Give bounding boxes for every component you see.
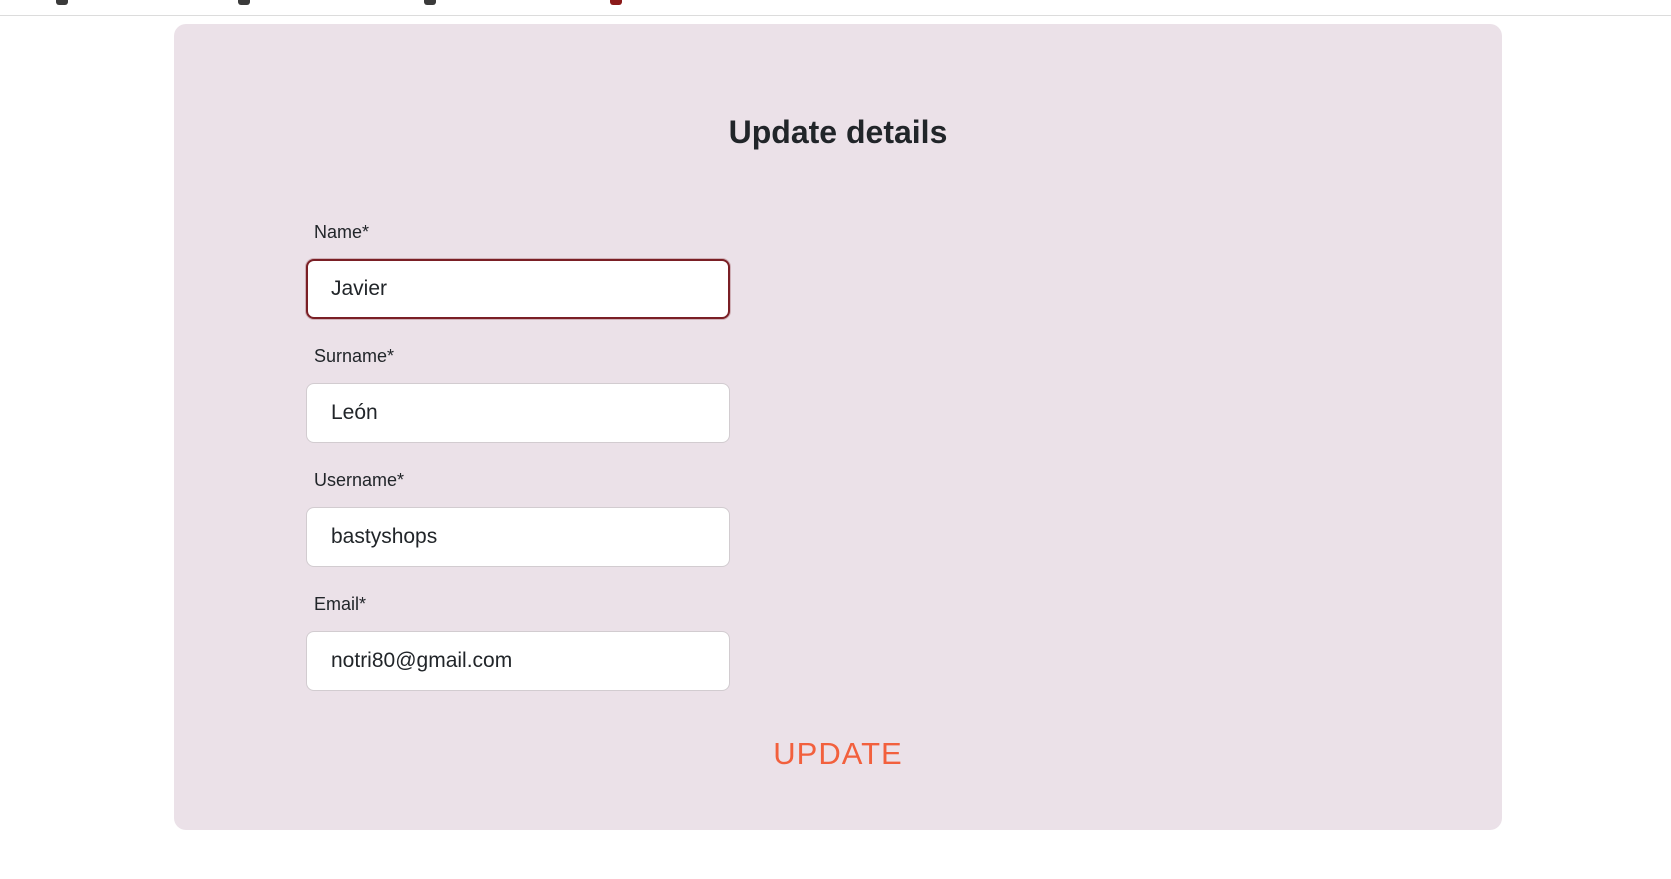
email-label: Email* bbox=[314, 594, 367, 614]
username-field[interactable] bbox=[306, 507, 730, 567]
browser-toolbar-strip bbox=[0, 0, 1671, 16]
update-button[interactable]: UPDATE bbox=[174, 730, 1502, 778]
toolbar-icon bbox=[424, 0, 436, 5]
name-label: Name* bbox=[314, 222, 370, 242]
surname-field[interactable] bbox=[306, 383, 730, 443]
surname-label: Surname* bbox=[314, 346, 395, 366]
toolbar-icon bbox=[238, 0, 250, 5]
toolbar-icon bbox=[610, 0, 622, 5]
update-details-card: Update details Name* Surname* Username* … bbox=[174, 24, 1502, 830]
page-title: Update details bbox=[728, 114, 948, 150]
update-button-label: UPDATE bbox=[773, 736, 903, 771]
name-field[interactable] bbox=[306, 259, 730, 319]
username-label: Username* bbox=[314, 470, 405, 490]
toolbar-icon bbox=[56, 0, 68, 5]
email-field[interactable] bbox=[306, 631, 730, 691]
